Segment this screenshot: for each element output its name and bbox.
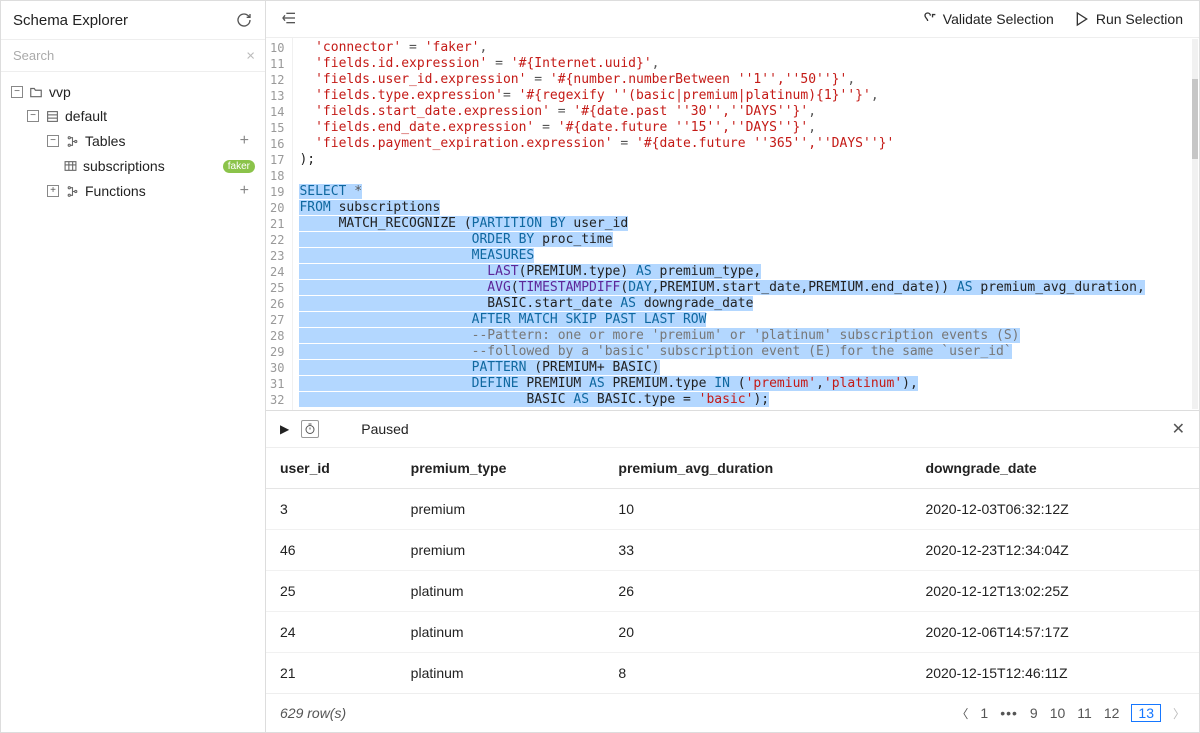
schema-explorer-panel: Schema Explorer × − vvp − default −: [1, 1, 266, 732]
sidebar-title: Schema Explorer: [13, 12, 128, 29]
table-row[interactable]: 21platinum82020-12-15T12:46:11Z: [266, 653, 1199, 694]
pager: 〈 1 ••• 9 10 11 12 13 〉: [956, 704, 1185, 722]
cell: 2020-12-23T12:34:04Z: [911, 530, 1199, 571]
run-button[interactable]: Run Selection: [1072, 7, 1185, 31]
functions-group-icon: [65, 185, 79, 198]
cell: 24: [266, 612, 397, 653]
results-toolbar: ▶ Paused ✕: [266, 411, 1199, 448]
header-row: user_idpremium_typepremium_avg_durationd…: [266, 448, 1199, 489]
scroll-thumb[interactable]: [1192, 79, 1198, 159]
cell: premium: [397, 530, 605, 571]
cell: 33: [604, 530, 911, 571]
tables-group-icon: [65, 135, 79, 148]
folder-icon: [29, 86, 43, 98]
cell: 2020-12-03T06:32:12Z: [911, 489, 1199, 530]
table-row[interactable]: 24platinum202020-12-06T14:57:17Z: [266, 612, 1199, 653]
page-link[interactable]: 1: [980, 705, 988, 721]
outdent-icon[interactable]: [280, 10, 298, 29]
sidebar-header: Schema Explorer: [1, 1, 265, 40]
page-link[interactable]: 10: [1050, 705, 1066, 721]
catalog-node[interactable]: − vvp: [5, 80, 261, 104]
cell: premium: [397, 489, 605, 530]
add-table-icon[interactable]: +: [234, 132, 255, 150]
cell: 3: [266, 489, 397, 530]
database-label: default: [65, 108, 255, 124]
collapse-icon[interactable]: −: [11, 86, 23, 98]
sql-editor[interactable]: 1011121314151617181920212223242526272829…: [266, 38, 1199, 410]
cell: 10: [604, 489, 911, 530]
editor-toolbar: Validate Selection Run Selection: [266, 1, 1199, 38]
results-table: user_idpremium_typepremium_avg_durationd…: [266, 448, 1199, 693]
database-icon: [45, 110, 59, 123]
prev-page[interactable]: 〈: [956, 705, 968, 722]
editor-scrollbar[interactable]: [1192, 39, 1198, 409]
cell: 8: [604, 653, 911, 694]
table-icon: [63, 160, 77, 172]
line-gutter: 1011121314151617181920212223242526272829…: [266, 38, 293, 410]
results-grid[interactable]: user_idpremium_typepremium_avg_durationd…: [266, 448, 1199, 693]
row-count: 629 row(s): [280, 705, 346, 721]
pager-ellipsis: •••: [1000, 705, 1018, 721]
table-row[interactable]: 3premium102020-12-03T06:32:12Z: [266, 489, 1199, 530]
column-header[interactable]: downgrade_date: [911, 448, 1199, 489]
results-panel: ▶ Paused ✕ user_idpremium_typepremium_av…: [266, 410, 1199, 732]
table-name: subscriptions: [83, 158, 217, 174]
next-page: 〉: [1173, 705, 1185, 722]
run-label: Run Selection: [1096, 11, 1183, 27]
functions-node[interactable]: + Functions +: [5, 178, 261, 204]
add-function-icon[interactable]: +: [234, 182, 255, 200]
resume-icon[interactable]: ▶: [280, 422, 289, 436]
results-footer: 629 row(s) 〈 1 ••• 9 10 11 12 13 〉: [266, 693, 1199, 732]
column-header[interactable]: premium_type: [397, 448, 605, 489]
collapse-icon[interactable]: −: [47, 135, 59, 147]
search-row: ×: [1, 40, 265, 72]
cell: 21: [266, 653, 397, 694]
functions-label: Functions: [85, 183, 228, 199]
database-node[interactable]: − default: [5, 104, 261, 128]
schema-tree: − vvp − default − Tables + subscriptions…: [1, 72, 265, 212]
code-area[interactable]: 'connector' = 'faker', 'fields.id.expres…: [293, 38, 1150, 410]
cell: platinum: [397, 653, 605, 694]
close-icon[interactable]: ✕: [1172, 419, 1185, 439]
cell: platinum: [397, 571, 605, 612]
cell: 2020-12-06T14:57:17Z: [911, 612, 1199, 653]
table-row[interactable]: 46premium332020-12-23T12:34:04Z: [266, 530, 1199, 571]
expand-icon[interactable]: +: [47, 185, 59, 197]
table-body: 3premium102020-12-03T06:32:12Z46premium3…: [266, 489, 1199, 694]
cell: platinum: [397, 612, 605, 653]
column-header[interactable]: user_id: [266, 448, 397, 489]
tables-node[interactable]: − Tables +: [5, 128, 261, 154]
cell: 46: [266, 530, 397, 571]
validate-button[interactable]: Validate Selection: [919, 7, 1056, 31]
tables-label: Tables: [85, 133, 228, 149]
status-text: Paused: [361, 421, 408, 437]
connector-badge: faker: [223, 160, 255, 173]
page-link[interactable]: 13: [1131, 704, 1161, 722]
table-item[interactable]: subscriptions faker: [5, 154, 261, 178]
cell: 20: [604, 612, 911, 653]
app-root: Schema Explorer × − vvp − default −: [0, 0, 1200, 733]
table-row[interactable]: 25platinum262020-12-12T13:02:25Z: [266, 571, 1199, 612]
catalog-label: vvp: [49, 84, 255, 100]
column-header[interactable]: premium_avg_duration: [604, 448, 911, 489]
cell: 26: [604, 571, 911, 612]
page-link[interactable]: 12: [1104, 705, 1120, 721]
main-panel: Validate Selection Run Selection 1011121…: [266, 1, 1199, 732]
page-link[interactable]: 9: [1030, 705, 1038, 721]
collapse-icon[interactable]: −: [27, 110, 39, 122]
search-input[interactable]: [1, 40, 265, 71]
cell: 25: [266, 571, 397, 612]
refresh-icon[interactable]: [235, 11, 253, 29]
clear-icon[interactable]: ×: [246, 47, 255, 64]
page-link[interactable]: 11: [1077, 705, 1092, 721]
validate-label: Validate Selection: [943, 11, 1054, 27]
cell: 2020-12-15T12:46:11Z: [911, 653, 1199, 694]
cell: 2020-12-12T13:02:25Z: [911, 571, 1199, 612]
timer-icon[interactable]: [301, 420, 319, 438]
